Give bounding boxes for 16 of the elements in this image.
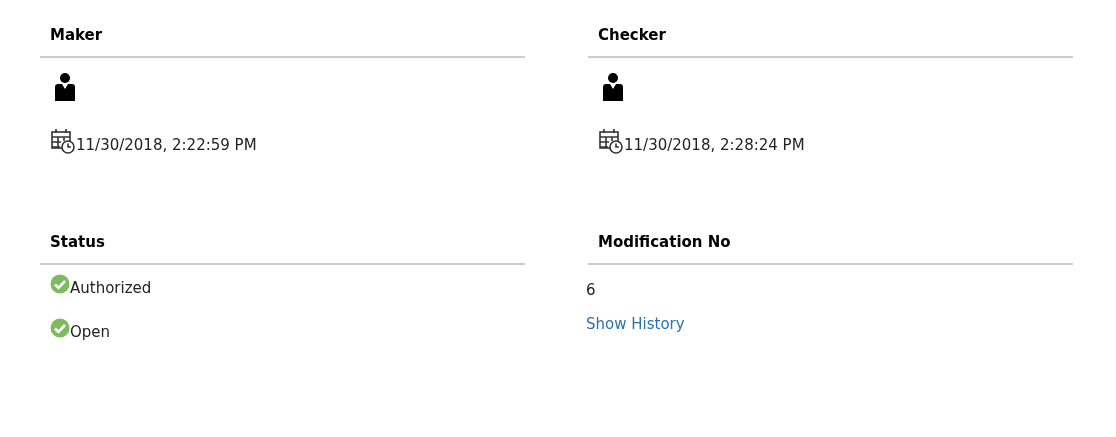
modification-number: 6 <box>586 281 597 299</box>
timestamp: 11/30/2018, 2:22:59 PM <box>76 136 257 154</box>
check-circle-icon <box>50 274 70 294</box>
status-label: Open <box>70 323 111 341</box>
check-circle-icon <box>50 318 70 338</box>
status-label: Authorized <box>70 279 152 297</box>
timestamp: 11/30/2018, 2:28:24 PM <box>624 136 805 154</box>
person-icon <box>54 72 76 102</box>
calendar-clock-icon <box>598 128 624 154</box>
show-history-link[interactable]: Show History <box>586 315 685 333</box>
section-heading: Status <box>40 233 525 265</box>
section-heading: Checker <box>588 26 1073 58</box>
person-icon <box>602 72 624 102</box>
calendar-clock-icon <box>50 128 76 154</box>
section-heading: Maker <box>40 26 525 58</box>
section-heading: Modification No <box>588 233 1073 265</box>
